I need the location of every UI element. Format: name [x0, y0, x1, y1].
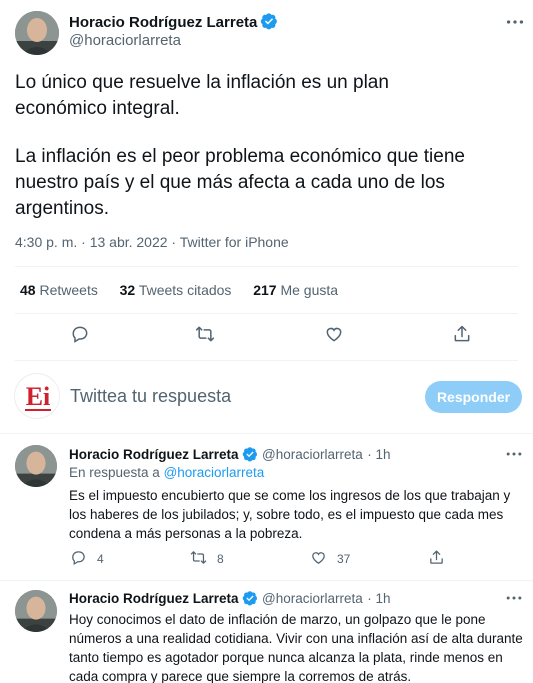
reply-author-name[interactable]: Horacio Rodríguez Larreta [69, 591, 239, 606]
reply-count: 4 [97, 552, 104, 566]
tweet-text-paragraph-2: La inflación es el peor problema económi… [15, 146, 465, 219]
author-avatar[interactable] [15, 11, 59, 55]
reply-author-handle[interactable]: @horaciorlarreta [262, 591, 363, 606]
reply-icon[interactable] [70, 324, 90, 344]
tweet-timestamp[interactable]: 4:30 p. m. · 13 abr. 2022 · Twitter for … [15, 234, 289, 250]
reply-icon[interactable] [70, 549, 87, 566]
verified-badge-icon [242, 447, 257, 462]
reply-text: Es el impuesto encubierto que se come lo… [69, 488, 511, 541]
quotes-label: Tweets citados [138, 282, 232, 298]
retweets-stat[interactable]: 48 Retweets [20, 282, 98, 298]
quotes-count: 32 [119, 282, 136, 298]
more-icon[interactable] [504, 11, 526, 33]
reply-time[interactable]: · 1h [367, 591, 390, 606]
reply-author-handle[interactable]: @horaciorlarreta [262, 447, 363, 462]
retweets-label: Retweets [39, 282, 98, 298]
in-reply-to: En respuesta a @horaciorlarreta [69, 465, 264, 480]
quotes-stat[interactable]: 32 Tweets citados [120, 282, 232, 298]
retweet-count: 8 [217, 552, 224, 566]
more-icon[interactable] [504, 588, 524, 608]
author-handle[interactable]: @horaciorlarreta [69, 32, 181, 49]
author-name[interactable]: Horacio Rodríguez Larreta [69, 14, 257, 31]
divider [15, 360, 518, 361]
reply-time[interactable]: · 1h [367, 447, 390, 462]
share-icon[interactable] [428, 549, 445, 566]
like-icon[interactable] [310, 549, 327, 566]
logo-text: Ei [26, 382, 51, 411]
divider [15, 266, 518, 267]
reply-author-avatar[interactable] [15, 590, 57, 632]
retweet-icon[interactable] [190, 549, 207, 566]
retweet-icon[interactable] [195, 324, 215, 344]
in-reply-to-handle[interactable]: @horaciorlarreta [164, 465, 265, 480]
like-count: 37 [337, 552, 351, 566]
in-reply-to-prefix: En respuesta a [69, 465, 164, 480]
retweets-count: 48 [20, 282, 36, 298]
likes-label: Me gusta [280, 282, 339, 298]
likes-stat[interactable]: 217 Me gusta [253, 282, 338, 298]
reply-input[interactable]: Twittea tu respuesta [70, 386, 400, 407]
reply-author-avatar[interactable] [15, 445, 57, 487]
more-icon[interactable] [504, 444, 524, 464]
divider [15, 313, 518, 314]
tweet-text-paragraph-1: Lo único que resuelve la inflación es un… [15, 72, 389, 119]
verified-badge-icon [261, 13, 278, 30]
tweet-stats: 48 Retweets 32 Tweets citados 217 Me gus… [20, 282, 338, 298]
divider [0, 433, 533, 434]
verified-badge-icon [242, 591, 257, 606]
reply-text: Hoy conocimos el dato de inflación de ma… [69, 612, 523, 683]
reply-header: Horacio Rodríguez Larreta @horaciorlarre… [69, 590, 529, 608]
divider [0, 580, 533, 581]
reply-submit-button[interactable]: Responder [425, 381, 522, 413]
user-avatar-logo[interactable]: Ei [14, 373, 60, 419]
like-icon[interactable] [324, 324, 344, 344]
share-icon[interactable] [452, 324, 472, 344]
reply-author-name[interactable]: Horacio Rodríguez Larreta [69, 447, 239, 462]
likes-count: 217 [253, 282, 277, 298]
reply-header: Horacio Rodríguez Larreta @horaciorlarre… [69, 446, 529, 464]
